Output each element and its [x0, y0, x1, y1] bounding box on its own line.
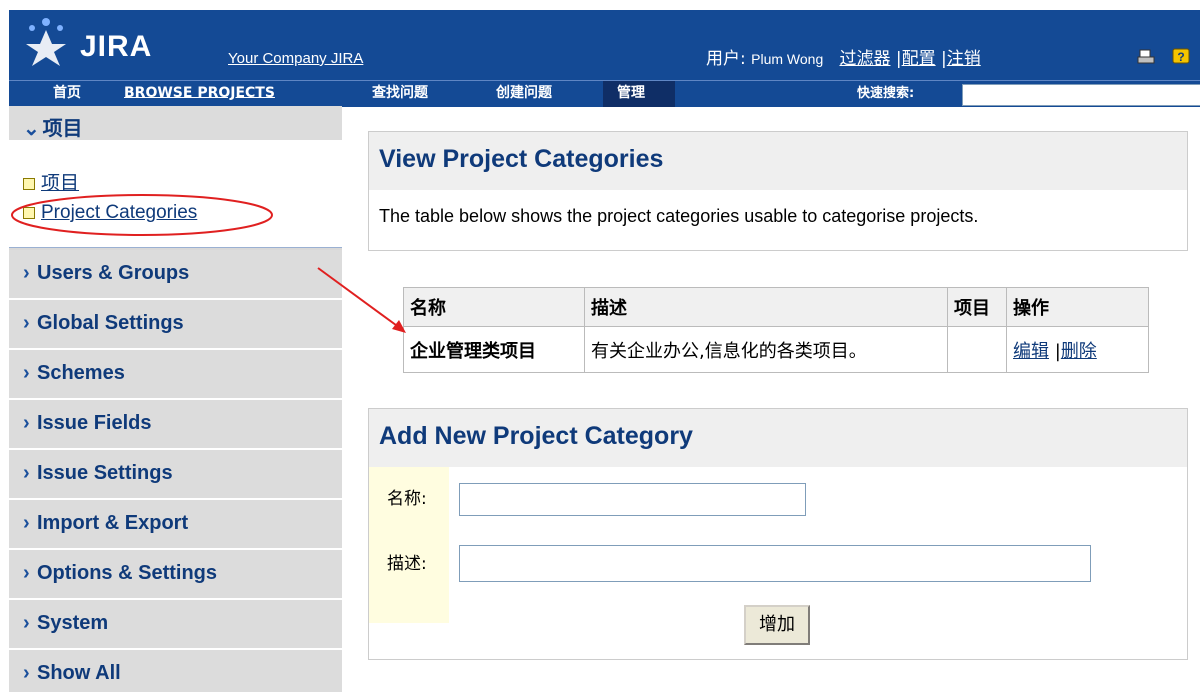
add-button[interactable]: 增加 [744, 605, 810, 645]
nav-home[interactable]: 首页 [53, 81, 81, 107]
chevron-right-icon: › [23, 362, 30, 384]
annotation-arrow [317, 267, 406, 333]
chevron-right-icon: › [23, 312, 30, 334]
sidebar-item-issue-settings[interactable]: › Issue Settings [9, 450, 342, 500]
sidebar-item-show-all[interactable]: › Show All [9, 650, 342, 692]
app-header [9, 10, 1200, 80]
view-categories-panel: View Project Categories The table below … [368, 131, 1188, 251]
table-row: 企业管理类项目 有关企业办公,信息化的各类项目。 编辑 |删除 [403, 326, 1149, 373]
user-info: 用户: Plum Wong 过滤器 |配置 |注销 [706, 44, 981, 69]
chevron-right-icon: › [23, 262, 30, 284]
sidebar-item-schemes[interactable]: › Schemes [9, 350, 342, 400]
sidebar-section-title: 项目 [42, 118, 83, 140]
category-description-input[interactable] [459, 545, 1091, 582]
nav-admin[interactable]: 管理 [603, 81, 675, 107]
chevron-right-icon: › [23, 512, 30, 534]
nav-find-issues[interactable]: 查找问题 [372, 81, 428, 107]
category-description: 有关企业办公,信息化的各类项目。 [584, 326, 948, 373]
profile-link[interactable]: 配置 [902, 49, 936, 69]
chevron-right-icon: › [23, 662, 30, 684]
name-label: 名称: [387, 489, 427, 509]
user-name: Plum Wong [751, 51, 824, 67]
sidebar-item-system[interactable]: › System [9, 600, 342, 650]
column-header-projects: 项目 [947, 287, 1007, 327]
highlight-ellipse [11, 194, 273, 236]
sidebar-item-import-export[interactable]: › Import & Export [9, 500, 342, 550]
chevron-right-icon: › [23, 612, 30, 634]
table-header-row: 名称 描述 项目 操作 [403, 287, 1149, 327]
logo-text[interactable]: JIRA [80, 30, 152, 64]
filters-link[interactable]: 过滤器 [839, 49, 890, 69]
categories-table: 名称 描述 项目 操作 企业管理类项目 有关企业办公,信息化的各类项目。 编辑 … [403, 287, 1149, 373]
print-icon[interactable] [1137, 48, 1155, 66]
sidebar-link-projects[interactable]: 项目 [23, 168, 79, 195]
column-header-operations: 操作 [1006, 287, 1149, 327]
help-icon[interactable]: ? [1172, 48, 1190, 66]
column-header-description: 描述 [584, 287, 948, 327]
chevron-right-icon: › [23, 562, 30, 584]
logout-link[interactable]: 注销 [947, 49, 981, 69]
delete-link[interactable]: 删除 [1061, 341, 1097, 362]
page-title: View Project Categories [379, 145, 664, 173]
page-description: The table below shows the project catego… [379, 206, 979, 226]
nav-create-issue[interactable]: 创建问题 [496, 81, 552, 107]
chevron-right-icon: › [23, 462, 30, 484]
description-label: 描述: [387, 554, 427, 574]
bullet-square-icon [23, 177, 35, 190]
add-panel-title: Add New Project Category [379, 422, 693, 450]
sidebar-item-global-settings[interactable]: › Global Settings [9, 300, 342, 350]
category-operations: 编辑 |删除 [1006, 326, 1149, 373]
chevron-right-icon: › [23, 412, 30, 434]
category-projects [947, 326, 1007, 373]
quick-search-input[interactable] [962, 84, 1200, 106]
sidebar-item-users-groups[interactable]: › Users & Groups [9, 250, 342, 300]
category-name: 企业管理类项目 [403, 326, 585, 373]
svg-text:?: ? [1177, 50, 1184, 64]
sidebar-item-options-settings[interactable]: › Options & Settings [9, 550, 342, 600]
column-header-name: 名称 [403, 287, 585, 327]
quick-search-label: 快速搜索: [857, 86, 915, 101]
user-label: 用户: [706, 49, 746, 69]
category-name-input[interactable] [459, 483, 806, 516]
chevron-down-icon: ⌄ [23, 118, 40, 140]
company-link[interactable]: Your Company JIRA [228, 50, 363, 67]
jira-star-logo-icon[interactable] [20, 14, 72, 66]
main-nav: 首页 BROWSE PROJECTS 查找问题 创建问题 管理 快速搜索: [9, 80, 1200, 107]
nav-browse-projects[interactable]: BROWSE PROJECTS [124, 81, 275, 107]
sidebar-item-issue-fields[interactable]: › Issue Fields [9, 400, 342, 450]
sidebar-section-projects[interactable]: ⌄ 项目 [9, 106, 342, 141]
edit-link[interactable]: 编辑 [1013, 341, 1049, 362]
